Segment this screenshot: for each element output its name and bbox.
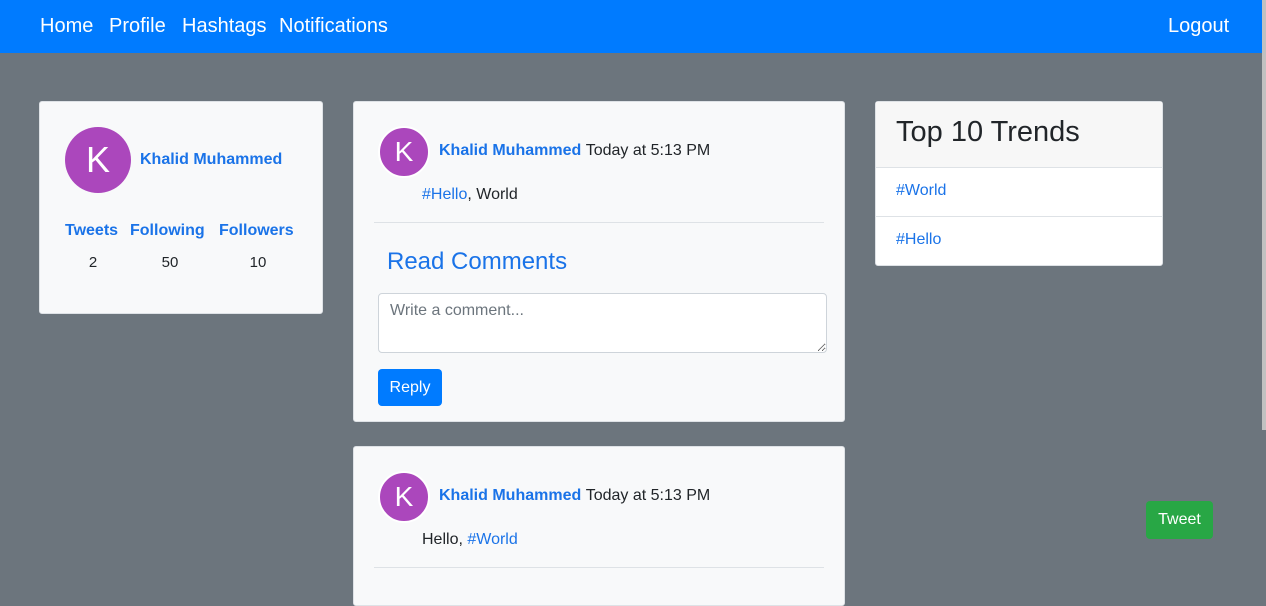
top-navbar: Home Profile Hashtags Notifications Logo…	[0, 0, 1262, 53]
trends-title: Top 10 Trends	[896, 116, 1080, 148]
trend-item: #World	[876, 168, 1162, 217]
read-comments-link[interactable]: Read Comments	[387, 248, 567, 276]
tweet-timestamp: Today at 5:13 PM	[585, 142, 711, 159]
tweet-author-avatar[interactable]: K	[378, 126, 430, 178]
tweets-count: 2	[88, 254, 98, 271]
trend-link[interactable]: #World	[896, 182, 946, 200]
tweet-card: K Khalid Muhammed Today at 5:13 PM Hello…	[353, 446, 845, 606]
tweet-author-avatar[interactable]: K	[378, 471, 430, 523]
tweet-text: Hello, #World	[422, 531, 518, 549]
page-scrollbar[interactable]	[1262, 0, 1266, 430]
trend-item: #Hello	[876, 217, 1162, 266]
reply-button[interactable]: Reply	[378, 369, 442, 406]
tweet-text-part: Hello,	[422, 531, 468, 548]
followers-count: 10	[249, 254, 267, 271]
tweet-author-link[interactable]: Khalid Muhammed	[439, 142, 581, 159]
followers-stat-link[interactable]: Followers	[219, 222, 294, 240]
following-stat-link[interactable]: Following	[130, 222, 205, 240]
tweet-button[interactable]: Tweet	[1146, 501, 1213, 539]
nav-profile-link[interactable]: Profile	[109, 13, 166, 39]
tweet-divider	[374, 567, 824, 568]
trends-card: Top 10 Trends #World #Hello	[875, 101, 1163, 266]
trends-header: Top 10 Trends	[876, 102, 1162, 168]
tweet-text: #Hello, World	[422, 186, 518, 204]
tweet-card: K Khalid Muhammed Today at 5:13 PM #Hell…	[353, 101, 845, 422]
tweet-header: Khalid Muhammed Today at 5:13 PM	[439, 142, 710, 160]
comment-input[interactable]	[378, 293, 827, 353]
profile-card: K Khalid Muhammed Tweets Following Follo…	[39, 101, 323, 314]
tweet-divider	[374, 222, 824, 223]
tweet-header: Khalid Muhammed Today at 5:13 PM	[439, 487, 710, 505]
nav-hashtags-link[interactable]: Hashtags	[182, 13, 267, 39]
tweet-text-part: , World	[467, 186, 518, 203]
tweets-stat-link[interactable]: Tweets	[65, 222, 118, 240]
hashtag-link[interactable]: #Hello	[422, 186, 467, 203]
nav-home-link[interactable]: Home	[40, 13, 93, 39]
following-count: 50	[161, 254, 179, 271]
hashtag-link[interactable]: #World	[467, 531, 517, 548]
nav-notifications-link[interactable]: Notifications	[279, 13, 388, 39]
tweet-author-link[interactable]: Khalid Muhammed	[439, 487, 581, 504]
trend-link[interactable]: #Hello	[896, 231, 941, 249]
nav-logout-link[interactable]: Logout	[1168, 13, 1229, 39]
profile-name-link[interactable]: Khalid Muhammed	[140, 151, 282, 169]
tweet-timestamp: Today at 5:13 PM	[585, 487, 711, 504]
profile-avatar[interactable]: K	[65, 127, 131, 193]
